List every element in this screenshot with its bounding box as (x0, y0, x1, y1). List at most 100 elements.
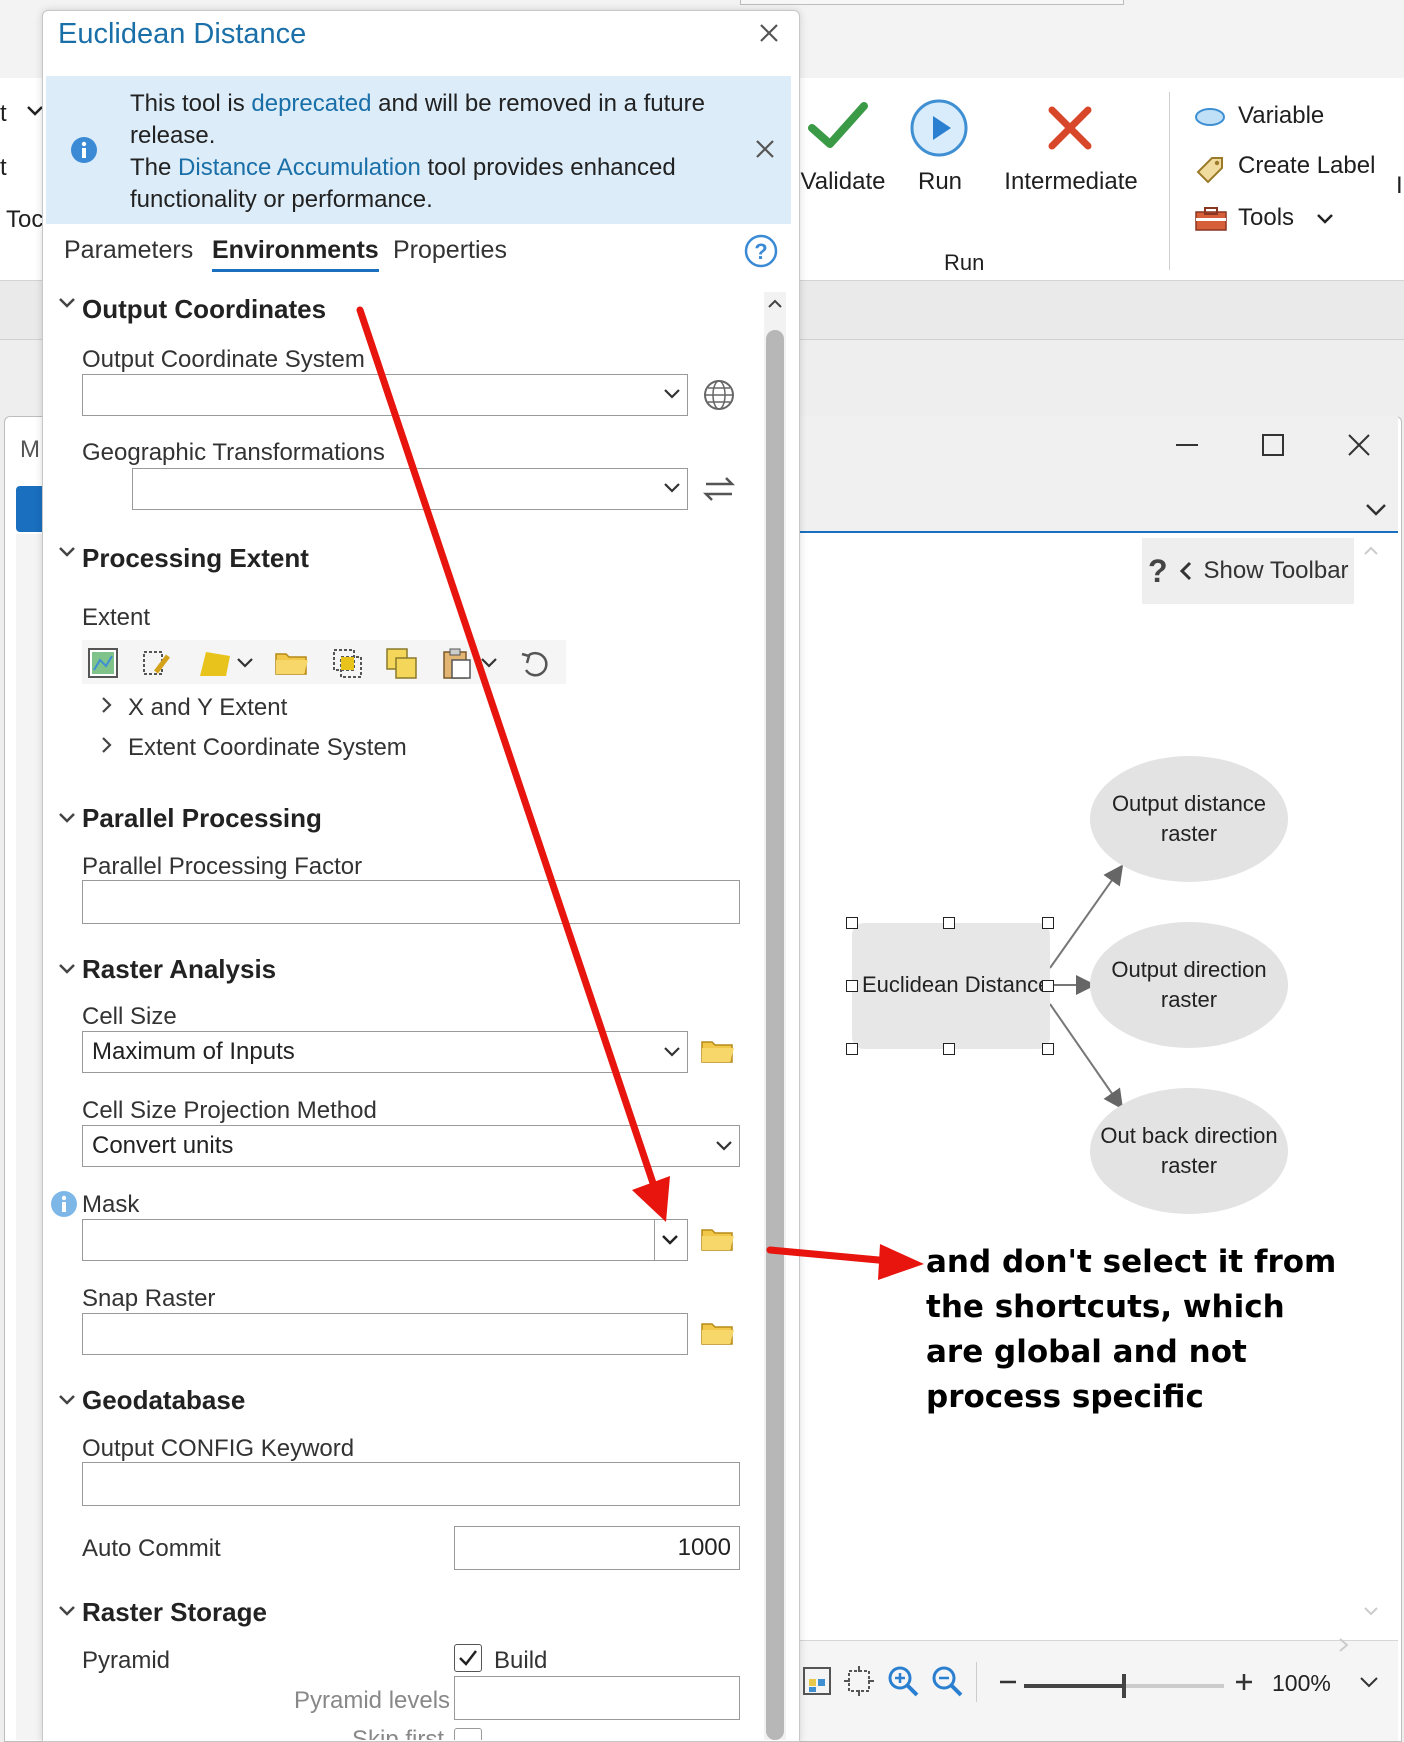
zoom-slider-thumb[interactable] (1122, 1674, 1126, 1698)
run-button[interactable]: Run (905, 94, 995, 214)
intersection-extent-icon[interactable] (330, 646, 364, 680)
cspm-label: Cell Size Projection Method (82, 1097, 377, 1124)
folder-icon[interactable] (700, 1036, 736, 1066)
layer-extent-icon[interactable] (196, 648, 236, 680)
maximize-icon[interactable] (1258, 430, 1288, 460)
chevron-down-icon (662, 386, 682, 407)
snap-raster-label: Snap Raster (82, 1285, 216, 1312)
close-icon[interactable] (756, 20, 782, 46)
selection-handle[interactable] (943, 917, 955, 929)
collapse-chevron-icon[interactable] (58, 962, 76, 981)
section-geodatabase[interactable]: Geodatabase (82, 1385, 245, 1416)
extent-cs-item[interactable]: Extent Coordinate System (128, 734, 407, 762)
selection-handle[interactable] (846, 1043, 858, 1055)
snap-raster-input[interactable] (82, 1313, 688, 1355)
collapse-chevron-icon[interactable] (58, 811, 76, 830)
tab-properties[interactable]: Properties (393, 236, 507, 265)
deprecated-link[interactable]: deprecated (251, 90, 371, 117)
intermediate-button[interactable]: Intermediate (998, 94, 1144, 214)
section-parallel-processing[interactable]: Parallel Processing (82, 803, 322, 834)
build-pyramid-checkbox[interactable] (454, 1644, 482, 1672)
expand-chevron-icon[interactable] (100, 696, 114, 719)
current-display-extent-icon[interactable] (86, 646, 120, 680)
label-tag-icon (1196, 157, 1223, 184)
selection-handle[interactable] (943, 1043, 955, 1055)
toolbar-separator (976, 1662, 977, 1702)
folder-icon[interactable] (700, 1224, 736, 1254)
mask-dropdown-button[interactable] (654, 1220, 687, 1260)
section-raster-storage[interactable]: Raster Storage (82, 1597, 267, 1628)
selection-handle[interactable] (846, 980, 858, 992)
collapse-chevron-icon[interactable] (58, 1393, 76, 1412)
skip-first-checkbox[interactable] (454, 1728, 482, 1740)
cspm-value: Convert units (92, 1132, 234, 1159)
zoom-plus-button[interactable] (1232, 1670, 1256, 1694)
config-keyword-input[interactable] (82, 1462, 740, 1506)
full-extent-icon[interactable] (842, 1664, 876, 1698)
zoom-level[interactable]: 100% (1272, 1670, 1331, 1697)
output-direction-raster[interactable]: Output direction raster (1090, 922, 1288, 1048)
chevron-down-icon[interactable] (1358, 1674, 1380, 1692)
variable-button[interactable]: Variable (1192, 100, 1392, 134)
section-raster-analysis[interactable]: Raster Analysis (82, 954, 276, 985)
folder-icon[interactable] (274, 648, 310, 678)
scroll-up-icon[interactable] (764, 294, 786, 314)
cell-size-dropdown[interactable]: Maximum of Inputs (82, 1031, 688, 1073)
out-back-direction-raster[interactable]: Out back direction raster (1090, 1088, 1288, 1214)
zoom-slider-track[interactable] (1024, 1674, 1224, 1698)
output-coordinate-system-dropdown[interactable] (82, 374, 688, 416)
expand-chevron-icon[interactable] (100, 736, 114, 759)
cell-size-projection-dropdown[interactable]: Convert units (82, 1125, 740, 1167)
geographic-transformations-dropdown[interactable] (132, 468, 688, 510)
zoom-minus-button[interactable] (996, 1670, 1020, 1694)
selection-handle[interactable] (1042, 1043, 1054, 1055)
pyramid-levels-input[interactable] (454, 1676, 740, 1720)
output-distance-raster[interactable]: Output distance raster (1090, 756, 1288, 882)
dismiss-banner-icon[interactable] (754, 138, 776, 160)
auto-commit-value: 1000 (677, 1534, 731, 1561)
auto-commit-input[interactable]: 1000 (454, 1526, 740, 1570)
output-label: Output distance raster (1111, 791, 1267, 846)
section-output-coordinates[interactable]: Output Coordinates (82, 294, 326, 325)
chevron-down-icon[interactable] (1364, 500, 1388, 520)
help-icon[interactable]: ? (744, 234, 778, 268)
mask-dropdown[interactable] (82, 1219, 688, 1261)
swap-arrows-icon[interactable] (702, 474, 736, 504)
fit-to-window-icon[interactable] (800, 1664, 834, 1698)
draw-extent-icon[interactable] (140, 646, 174, 680)
info-icon[interactable] (50, 1190, 78, 1218)
zoom-out-icon[interactable] (930, 1664, 964, 1698)
chevron-down-icon[interactable] (480, 656, 498, 675)
folder-icon[interactable] (700, 1318, 736, 1348)
selection-handle[interactable] (846, 917, 858, 929)
annotation-note: and don't select it from the shortcuts, … (926, 1244, 1337, 1415)
union-extent-icon[interactable] (384, 646, 420, 682)
collapse-chevron-icon[interactable] (58, 1604, 76, 1623)
tools-button[interactable]: Tools (1192, 202, 1362, 238)
validate-button[interactable]: Validate (798, 94, 888, 214)
distance-accumulation-link[interactable]: Distance Accumulation (178, 154, 421, 181)
collapse-chevron-icon[interactable] (58, 296, 76, 315)
tab-parameters[interactable]: Parameters (64, 236, 193, 265)
reset-icon[interactable] (518, 648, 552, 680)
create-label-button[interactable]: Create Label (1192, 150, 1402, 186)
selection-handle[interactable] (1042, 917, 1054, 929)
xy-extent-item[interactable]: X and Y Extent (128, 694, 287, 722)
chevron-right-icon[interactable] (1334, 1636, 1354, 1654)
chevron-down-icon[interactable] (236, 656, 254, 675)
variable-label: Variable (1238, 102, 1325, 129)
parallel-processing-factor-input[interactable] (82, 880, 740, 924)
zoom-in-icon[interactable] (886, 1664, 920, 1698)
pane-scrollbar-thumb[interactable] (766, 330, 784, 1740)
output-label: Output direction raster (1111, 957, 1267, 1012)
minimize-icon[interactable] (1172, 430, 1202, 460)
paste-extent-icon[interactable] (440, 646, 474, 682)
close-icon[interactable] (1344, 430, 1374, 460)
tab-environments[interactable]: Environments (212, 236, 379, 272)
selection-handle[interactable] (1042, 980, 1054, 992)
model-tab-partial: M (20, 436, 40, 463)
collapse-chevron-icon[interactable] (58, 545, 76, 564)
section-processing-extent[interactable]: Processing Extent (82, 543, 309, 574)
globe-icon[interactable] (702, 378, 736, 412)
group-run-label: Run (944, 250, 985, 275)
